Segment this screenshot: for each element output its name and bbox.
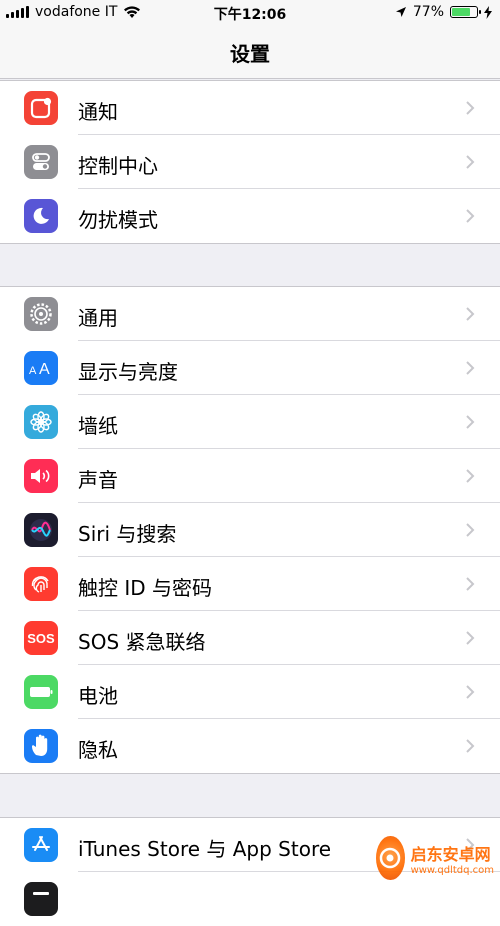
- settings-row-touch-id-passcode[interactable]: 触控 ID 与密码: [0, 557, 500, 611]
- wallpaper-icon: [24, 405, 58, 439]
- sounds-icon: [24, 459, 58, 493]
- chevron-right-icon: [466, 523, 475, 537]
- status-right: 77%: [395, 4, 492, 20]
- settings-row-control-center[interactable]: 控制中心: [0, 135, 500, 189]
- app-store-icon: [24, 828, 58, 862]
- location-arrow-icon: [395, 7, 406, 17]
- watermark-emblem-icon: [376, 836, 405, 880]
- row-label: 墙纸: [78, 414, 118, 438]
- do-not-disturb-icon: [24, 199, 58, 233]
- control-center-icon: [24, 145, 58, 179]
- touch-id-icon: [24, 567, 58, 601]
- chevron-right-icon: [466, 415, 475, 429]
- chevron-right-icon: [466, 469, 475, 483]
- settings-row-siri-search[interactable]: Siri 与搜索: [0, 503, 500, 557]
- battery-status-icon: [450, 6, 481, 18]
- row-label: 隐私: [78, 738, 118, 762]
- display-brightness-icon: AA: [24, 351, 58, 385]
- row-label: 声音: [78, 468, 118, 492]
- siri-icon: [24, 513, 58, 547]
- chevron-right-icon: [466, 631, 475, 645]
- sos-icon: SOS: [24, 621, 58, 655]
- status-bar: vodafone IT 下午12:06 77%: [0, 0, 500, 26]
- row-label: SOS 紧急联络: [78, 630, 206, 654]
- chevron-right-icon: [466, 101, 475, 115]
- wallet-icon: [24, 882, 58, 916]
- chevron-right-icon: [466, 307, 475, 321]
- row-label: 显示与亮度: [78, 360, 178, 384]
- settings-row-notifications[interactable]: 通知: [0, 81, 500, 135]
- svg-text:A: A: [39, 361, 50, 378]
- settings-row-general[interactable]: 通用: [0, 287, 500, 341]
- row-label: 控制中心: [78, 154, 158, 178]
- notifications-icon: [24, 91, 58, 125]
- settings-row-do-not-disturb[interactable]: 勿扰模式: [0, 189, 500, 243]
- watermark-name: 启东安卓网: [410, 844, 491, 864]
- navigation-bar: 设置: [0, 26, 500, 79]
- battery-percent: 77%: [412, 4, 444, 20]
- settings-group-2: 通用 AA 显示与亮度 墙纸 声音 Siri 与搜索 触控 ID 与密码 SOS…: [0, 286, 500, 774]
- charging-bolt-icon: [484, 5, 492, 19]
- settings-group-1: 通知 控制中心 勿扰模式: [0, 80, 500, 244]
- row-label: 电池: [78, 684, 118, 708]
- row-label: iTunes Store 与 App Store: [78, 837, 332, 861]
- settings-row-privacy[interactable]: 隐私: [0, 719, 500, 773]
- battery-icon: [24, 675, 58, 709]
- row-label: 勿扰模式: [78, 208, 158, 232]
- chevron-right-icon: [466, 577, 475, 591]
- chevron-right-icon: [466, 685, 475, 699]
- settings-row-emergency-sos[interactable]: SOS SOS 紧急联络: [0, 611, 500, 665]
- chevron-right-icon: [466, 209, 475, 223]
- watermark-url: www.qdltdq.com: [410, 864, 494, 876]
- row-label: Siri 与搜索: [78, 522, 177, 546]
- general-gear-icon: [24, 297, 58, 331]
- row-label: 通知: [78, 100, 118, 124]
- settings-row-wallpaper[interactable]: 墙纸: [0, 395, 500, 449]
- chevron-right-icon: [466, 361, 475, 375]
- chevron-right-icon: [466, 739, 475, 753]
- sos-icon-text: SOS: [27, 630, 55, 646]
- row-label: 通用: [78, 306, 118, 330]
- site-watermark-logo: 启东安卓网 www.qdltdq.com: [376, 833, 494, 883]
- privacy-hand-icon: [24, 729, 58, 763]
- svg-text:A: A: [29, 365, 37, 377]
- page-title: 设置: [230, 42, 270, 66]
- row-label: 触控 ID 与密码: [78, 576, 213, 600]
- chevron-right-icon: [466, 155, 475, 169]
- settings-row-battery[interactable]: 电池: [0, 665, 500, 719]
- settings-row-display-brightness[interactable]: AA 显示与亮度: [0, 341, 500, 395]
- settings-row-sounds[interactable]: 声音: [0, 449, 500, 503]
